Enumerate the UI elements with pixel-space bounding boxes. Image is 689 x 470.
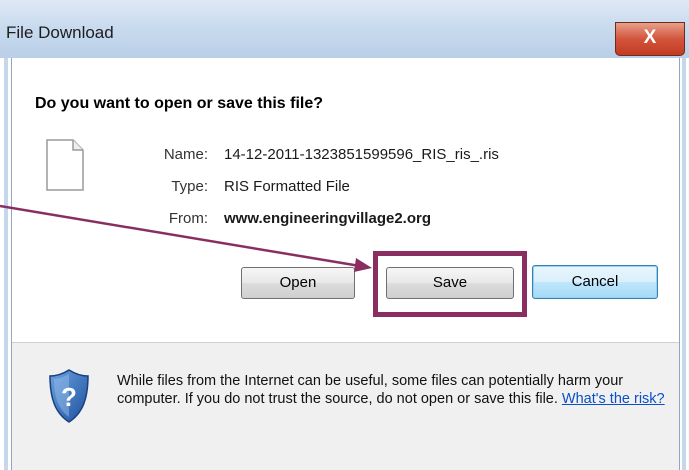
- window-title: File Download: [6, 23, 114, 42]
- shield-question-icon: ?: [49, 369, 89, 423]
- file-icon: [46, 139, 84, 191]
- dialog-question: Do you want to open or save this file?: [35, 95, 324, 112]
- file-download-dialog: File Download X Do you want to open or s…: [0, 0, 689, 470]
- file-source-value: www.engineeringvillage2.org: [224, 210, 431, 227]
- svg-text:?: ?: [61, 382, 77, 412]
- cancel-button[interactable]: Cancel: [532, 265, 658, 299]
- open-button[interactable]: Open: [241, 267, 355, 299]
- warning-text: While files from the Internet can be use…: [117, 373, 624, 407]
- name-label: Name:: [163, 146, 208, 163]
- warning-message: While files from the Internet can be use…: [117, 372, 667, 408]
- from-label: From:: [168, 210, 208, 227]
- type-label: Type:: [171, 178, 208, 195]
- title-bar[interactable]: File Download X: [0, 0, 689, 58]
- save-highlight-box: [373, 251, 527, 317]
- close-button[interactable]: X: [615, 22, 685, 56]
- file-type-value: RIS Formatted File: [224, 178, 350, 195]
- risk-link[interactable]: What's the risk?: [562, 391, 665, 407]
- close-icon: X: [643, 27, 657, 48]
- file-name-value: 14-12-2011-1323851599596_RIS_ris_.ris: [224, 146, 499, 163]
